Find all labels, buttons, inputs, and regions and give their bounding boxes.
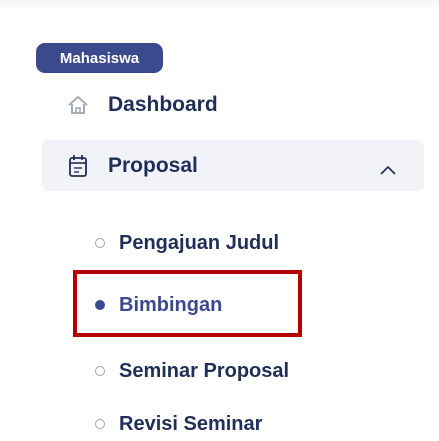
role-badge: Mahasiswa [36,43,163,73]
sidebar-item-proposal[interactable]: Proposal [62,148,198,184]
calendar-icon [62,152,94,180]
submenu-item-bimbingan[interactable]: Bimbingan [95,290,222,320]
bullet-icon [95,419,105,429]
submenu-item-label: Bimbingan [119,293,223,316]
bullet-icon [95,300,105,310]
role-badge-label: Mahasiswa [59,49,140,67]
bullet-icon [95,366,105,376]
sidebar-item-label: Proposal [108,154,198,177]
submenu-item-revisi-seminar[interactable]: Revisi Seminar [95,409,262,439]
submenu-item-label: Pengajuan Judul [119,231,280,254]
submenu-item-pengajuan-judul[interactable]: Pengajuan Judul [95,228,279,258]
top-bar [0,0,439,10]
submenu-item-label: Revisi Seminar [119,412,263,435]
bullet-icon [95,238,105,248]
chevron-up-icon[interactable] [378,162,398,178]
home-icon [62,91,94,119]
sidebar-item-dashboard[interactable]: Dashboard [62,87,218,123]
submenu-item-seminar-proposal[interactable]: Seminar Proposal [95,356,289,386]
sidebar-item-label: Dashboard [108,93,218,116]
submenu-item-label: Seminar Proposal [119,359,290,382]
